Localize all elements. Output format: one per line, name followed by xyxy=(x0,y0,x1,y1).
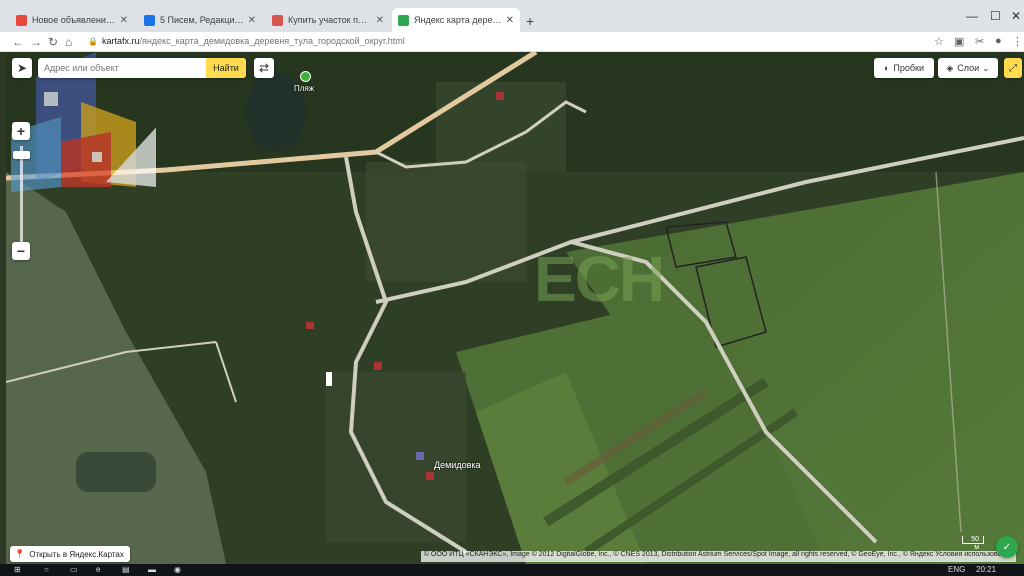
forward-icon[interactable]: → xyxy=(30,35,42,49)
zoom-out-button[interactable]: − xyxy=(12,242,30,260)
star-icon[interactable]: ☆ xyxy=(934,35,944,48)
search-input[interactable] xyxy=(38,58,204,78)
tab-title: Новое объявление — 93 шт... xyxy=(32,15,116,25)
lock-icon: 🔒 xyxy=(88,37,98,46)
plus-icon: + xyxy=(16,123,26,139)
shield-button[interactable]: ✓ xyxy=(996,536,1018,558)
geolocation-button[interactable]: ➤ xyxy=(12,58,32,78)
route-icon: ⇄ xyxy=(258,61,270,75)
menu-icon[interactable]: ⋮ xyxy=(1012,35,1023,48)
chevron-down-icon: ⌄ xyxy=(982,62,990,73)
open-link-label: Открыть в Яндекс.Картах xyxy=(29,549,124,559)
edge-icon[interactable]: e xyxy=(96,565,100,574)
esn-watermark: ЕСН xyxy=(534,243,665,315)
extension-icon[interactable]: ▣ xyxy=(954,35,964,48)
tab-title: 5 Писем, Редакцие — Почта Mail.ru xyxy=(160,15,244,25)
search-button[interactable]: Найти xyxy=(206,58,246,78)
clock[interactable]: 20:21 xyxy=(976,565,996,574)
map-copyright: © ООО ИТЦ «СКАНЭКС», Image © 2012 Digita… xyxy=(420,551,1016,562)
shield-icon: ✓ xyxy=(1002,541,1012,553)
address-bar: ← → ↻ ⌂ 🔒 kartafx.ru/яндекс_карта_демидов… xyxy=(0,32,1024,52)
home-icon[interactable]: ⌂ xyxy=(65,35,72,49)
zoom-slider-track[interactable] xyxy=(20,146,23,242)
windows-taskbar: ⊞ ○ ▭ e ▤ ▬ ◉ ENG 20:21 xyxy=(0,564,1024,576)
minimize-icon[interactable]: — xyxy=(966,9,978,23)
location-arrow-icon: ➤ xyxy=(16,61,28,75)
tab-title: Яндекс карта деревни Демидов... xyxy=(414,15,502,25)
back-icon[interactable]: ← xyxy=(12,35,24,49)
zoom-slider-handle[interactable] xyxy=(13,151,30,159)
tab-favicon xyxy=(144,14,155,26)
traffic-button[interactable]: ◐ Пробки xyxy=(874,58,934,78)
map-imagery xyxy=(6,52,1024,564)
store-icon[interactable]: ▤ xyxy=(122,565,130,574)
close-icon[interactable]: ✕ xyxy=(248,15,256,26)
map-scale: 50 м xyxy=(962,536,984,551)
beach-poi-icon[interactable] xyxy=(300,71,311,82)
tab-4-active[interactable]: Яндекс карта деревни Демидов... ✕ xyxy=(392,8,520,32)
open-in-yandex-maps-link[interactable]: 📍 Открыть в Яндекс.Картах xyxy=(10,546,130,562)
route-button[interactable]: ⇄ xyxy=(254,58,274,78)
language-indicator[interactable]: ENG xyxy=(948,565,965,574)
satellite-map[interactable]: ЕСН ➤ Найти ⇄ ◐ Пробки ◈ Слои ⌄ ⤢ + − Пл… xyxy=(6,52,1024,564)
tab-1[interactable]: Новое объявление — 93 шт... ✕ xyxy=(10,8,134,32)
search-icon[interactable]: ○ xyxy=(44,565,49,574)
tab-2[interactable]: 5 Писем, Редакцие — Почта Mail.ru ✕ xyxy=(138,8,262,32)
tab-favicon xyxy=(16,14,27,26)
profile-icon[interactable]: ● xyxy=(995,35,1002,47)
zoom-in-button[interactable]: + xyxy=(12,122,30,140)
tab-3[interactable]: Купить участок под ИЖС в дер... ✕ xyxy=(266,8,390,32)
traffic-label: Пробки xyxy=(893,63,925,73)
close-icon[interactable]: ✕ xyxy=(120,15,128,26)
fullscreen-icon: ⤢ xyxy=(1009,62,1017,74)
traffic-icon: ◐ xyxy=(883,63,890,73)
url-field[interactable]: 🔒 kartafx.ru/яндекс_карта_демидовка_дерев… xyxy=(88,36,405,46)
tab-title: Купить участок под ИЖС в дер... xyxy=(288,15,372,25)
tab-favicon xyxy=(398,14,409,26)
fullscreen-button[interactable]: ⤢ xyxy=(1004,58,1022,78)
url-domain: kartafx.ru xyxy=(101,36,140,46)
tab-favicon xyxy=(272,14,283,26)
close-icon[interactable]: ✕ xyxy=(506,15,514,26)
map-pin-icon: 📍 xyxy=(14,548,26,559)
layers-button[interactable]: ◈ Слои ⌄ xyxy=(938,58,998,78)
maximize-icon[interactable]: ☐ xyxy=(990,9,1001,23)
chrome-icon[interactable]: ◉ xyxy=(174,565,181,574)
browser-tab-strip: Новое объявление — 93 шт... ✕ 5 Писем, Р… xyxy=(0,0,1024,32)
reload-icon[interactable]: ↻ xyxy=(48,35,58,49)
close-window-icon[interactable]: ✕ xyxy=(1011,9,1021,23)
close-icon[interactable]: ✕ xyxy=(376,15,384,26)
new-tab-button[interactable]: + xyxy=(526,13,534,29)
task-view-icon[interactable]: ▭ xyxy=(70,565,78,574)
url-path: /яндекс_карта_демидовка_деревня_тула_гор… xyxy=(139,36,405,46)
layers-label: Слои xyxy=(957,63,980,73)
minus-icon: − xyxy=(16,243,26,259)
layers-icon: ◈ xyxy=(946,62,954,73)
beach-label: Пляж xyxy=(294,84,315,93)
map-search-box: Найти xyxy=(38,58,246,78)
tool-icon[interactable]: ✂ xyxy=(975,35,984,48)
village-label: Демидовка xyxy=(434,460,481,470)
folder-icon[interactable]: ▬ xyxy=(148,565,156,574)
windows-start-icon[interactable]: ⊞ xyxy=(14,565,21,574)
